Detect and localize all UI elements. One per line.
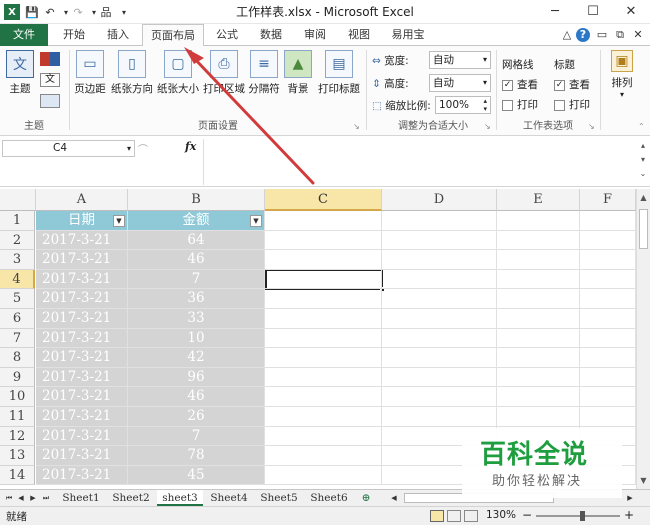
annotation-arrow-shaft (190, 54, 315, 185)
annotation-arrow (184, 47, 315, 185)
annotation-arrow-head (184, 47, 204, 64)
